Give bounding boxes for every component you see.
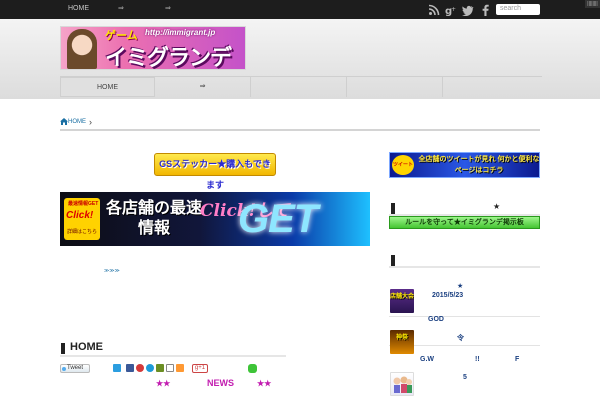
post-date: 2015/5/23 bbox=[432, 292, 464, 299]
corner-menu[interactable]: |||||||| bbox=[585, 0, 600, 8]
post-star: ★ bbox=[457, 283, 464, 290]
nav-item-3[interactable] bbox=[251, 77, 347, 97]
banner-main-text: 各店舗の最速情報 bbox=[105, 200, 202, 237]
tweet-banner-text: 全店舗のツイートが見れ 何かと便利なページはコチラ bbox=[418, 156, 540, 174]
tweet-page-banner[interactable]: ツイート 全店舗のツイートが見れ 何かと便利なページはコチラ bbox=[389, 152, 540, 178]
pocket-icon[interactable] bbox=[136, 364, 144, 372]
delicious-icon[interactable] bbox=[166, 364, 174, 372]
banner-click-badge: 最速情報GET Click! 詳細はこちら bbox=[64, 198, 100, 240]
sidebar-header-2-marker bbox=[391, 255, 395, 266]
sidebar-post-2[interactable]: GOD 神祭 令 bbox=[389, 316, 540, 354]
post-line-2: 5 bbox=[463, 374, 467, 381]
sidebar-post-3[interactable]: G.W !! F 5 bbox=[389, 352, 540, 400]
logo-character-image bbox=[67, 29, 97, 69]
share-buttons: Tweet g+1 bbox=[60, 364, 290, 374]
home-section-header: HOME bbox=[60, 340, 286, 357]
breadcrumb-separator: › bbox=[89, 117, 92, 127]
banner-badge-top-text: 最速情報GET bbox=[68, 201, 99, 207]
logo-title: イミグランデ bbox=[105, 45, 232, 70]
gs-sticker-banner[interactable]: GSステッカー★購入もできます bbox=[154, 153, 276, 190]
sidebar-header-marker bbox=[391, 203, 395, 214]
tweet-button[interactable]: Tweet bbox=[60, 364, 90, 373]
post-thumbnail bbox=[390, 372, 414, 396]
evernote-icon[interactable] bbox=[156, 364, 164, 372]
home-icon bbox=[60, 118, 68, 125]
news-star-right: ★★ bbox=[257, 379, 272, 388]
post-line-1c: F bbox=[515, 356, 520, 363]
site-header: ゲーム http://immigrant.jp イミグランデ HOME ⇒ bbox=[0, 19, 600, 99]
news-heading: ★★ NEWS ★★ bbox=[60, 378, 290, 390]
sidebar-header-star: ★ bbox=[493, 202, 501, 211]
post-line-1: G.W bbox=[420, 356, 434, 363]
line-share-icon[interactable] bbox=[248, 364, 257, 373]
banner-badge-sub-text: 詳細はこちら bbox=[67, 229, 98, 235]
sidebar-post-1[interactable]: 店舗大会 ★ 2015/5/23 bbox=[389, 283, 540, 317]
post-thumbnail-text: 店舗大会 bbox=[390, 294, 414, 300]
top-bar: HOME ⇒ ⇒ g + search |||||||| bbox=[0, 0, 600, 19]
breadcrumb-home-link[interactable]: HOME bbox=[68, 119, 86, 125]
twitter-icon[interactable] bbox=[462, 4, 474, 16]
nav-item-home[interactable]: HOME bbox=[60, 77, 155, 97]
main-nav: HOME ⇒ bbox=[60, 76, 542, 97]
site-logo[interactable]: ゲーム http://immigrant.jp イミグランデ bbox=[60, 26, 246, 70]
facebook-icon[interactable] bbox=[480, 4, 492, 16]
store-info-banner[interactable]: 最速情報GET Click! 詳細はこちら 各店舗の最速情報 Click!して … bbox=[60, 192, 370, 246]
post-line-1b: !! bbox=[475, 356, 480, 363]
bbs-link-button[interactable]: ルールを守って★イミグランデ掲示板 bbox=[389, 216, 540, 229]
svg-text:+: + bbox=[451, 6, 456, 13]
nav-item-4[interactable] bbox=[347, 77, 443, 97]
google-plus-icon[interactable]: g + bbox=[445, 4, 457, 16]
more-link[interactable]: ≫≫≫ bbox=[104, 268, 120, 274]
logo-url-text: http://immigrant.jp bbox=[145, 28, 216, 37]
post-thumbnail: 神祭 bbox=[390, 330, 414, 354]
feed-icon[interactable] bbox=[176, 364, 184, 372]
bookmark-icon[interactable] bbox=[113, 364, 121, 372]
nav-item-2[interactable]: ⇒ bbox=[155, 77, 251, 97]
post-line-2: 令 bbox=[457, 335, 464, 342]
tweet-badge: ツイート bbox=[392, 155, 414, 175]
post-thumbnail-text: 神祭 bbox=[395, 335, 408, 341]
google-plus-one-button[interactable]: g+1 bbox=[192, 364, 208, 373]
livedoor-icon[interactable] bbox=[146, 364, 154, 372]
characters-thumbnail-image bbox=[393, 376, 412, 393]
top-nav-arrow-1[interactable]: ⇒ bbox=[118, 4, 124, 12]
sidebar-header-2 bbox=[389, 254, 540, 268]
breadcrumb: HOME › bbox=[60, 117, 540, 131]
post-thumbnail: 店舗大会 bbox=[390, 289, 414, 313]
banner-get-text: GET bbox=[238, 197, 318, 241]
news-label: NEWS bbox=[207, 378, 234, 388]
sidebar-header-1: ★ bbox=[389, 202, 540, 216]
news-star-left: ★★ bbox=[156, 379, 171, 388]
nav-item-2-label: ⇒ bbox=[199, 83, 206, 90]
section-title: HOME bbox=[70, 341, 103, 353]
section-marker bbox=[61, 343, 65, 354]
facebook-share-icon[interactable] bbox=[126, 364, 134, 372]
banner-badge-click-text: Click! bbox=[66, 210, 94, 221]
nav-item-5[interactable] bbox=[443, 77, 542, 97]
top-nav-arrow-2[interactable]: ⇒ bbox=[165, 4, 171, 12]
rss-icon[interactable] bbox=[428, 4, 440, 16]
post-line-1: GOD bbox=[428, 316, 444, 323]
search-input[interactable]: search bbox=[496, 4, 540, 15]
top-nav-home[interactable]: HOME bbox=[68, 5, 89, 12]
